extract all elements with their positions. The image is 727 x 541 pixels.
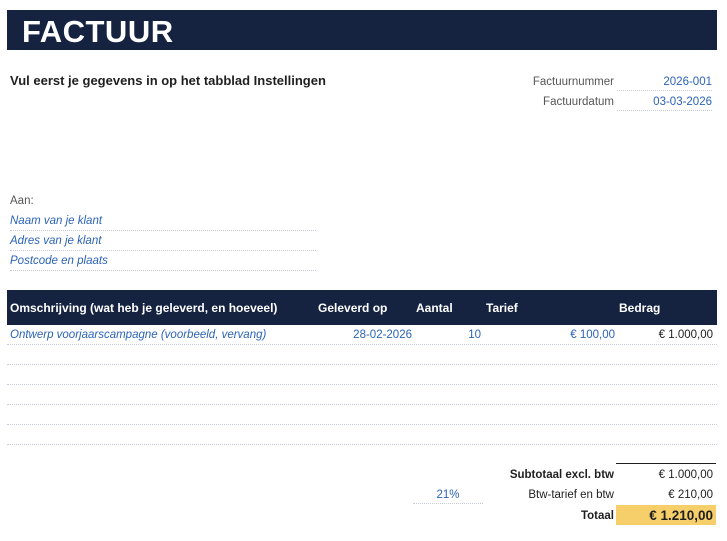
- invoice-number-field[interactable]: 2026-001: [617, 76, 712, 91]
- row-description[interactable]: Ontwerp voorjaarscampagne (voorbeeld, ve…: [10, 329, 266, 341]
- vat-value: € 210,00: [668, 489, 713, 501]
- table-row: Ontwerp voorjaarscampagne (voorbeeld, ve…: [0, 329, 727, 349]
- vat-label: Btw-tarief en btw: [528, 489, 614, 501]
- column-header-amount: Bedrag: [619, 301, 661, 315]
- column-header-rate: Tarief: [486, 301, 518, 315]
- row-rate[interactable]: € 100,00: [520, 329, 615, 341]
- invoice-date-field[interactable]: 03-03-2026: [617, 96, 712, 111]
- row-delivered[interactable]: 28-02-2026: [330, 329, 412, 341]
- column-header-description: Omschrijving (wat heb je geleverd, en ho…: [10, 301, 278, 315]
- invoice-title: FACTUUR: [22, 14, 174, 49]
- column-header-delivered: Geleverd op: [318, 301, 388, 315]
- instruction-text: Vul eerst je gegevens in op het tabblad …: [10, 73, 326, 88]
- invoice-number-label: Factuurnummer: [532, 76, 614, 88]
- subtotal-value: € 1.000,00: [658, 469, 713, 481]
- row-quantity[interactable]: 10: [440, 329, 481, 341]
- total-value: € 1.210,00: [649, 508, 713, 523]
- table-header: Omschrijving (wat heb je geleverd, en ho…: [7, 290, 717, 325]
- row-divider: [7, 404, 717, 405]
- invoice-date-label: Factuurdatum: [543, 96, 614, 108]
- row-divider: [7, 364, 717, 365]
- invoice-title-bar: FACTUUR: [7, 10, 717, 50]
- subtotal-label: Subtotaal excl. btw: [509, 469, 614, 481]
- row-divider: [7, 384, 717, 385]
- column-header-quantity: Aantal: [416, 301, 453, 315]
- client-city-field[interactable]: Postcode en plaats: [10, 255, 316, 271]
- total-label: Totaal: [580, 510, 614, 522]
- client-name-field[interactable]: Naam van je klant: [10, 215, 316, 231]
- row-divider: [7, 424, 717, 425]
- row-divider: [7, 444, 717, 445]
- recipient-label: Aan:: [10, 195, 34, 207]
- client-address-field[interactable]: Adres van je klant: [10, 235, 316, 251]
- subtotal-rule: [616, 463, 716, 464]
- row-amount: € 1.000,00: [658, 329, 713, 341]
- row-divider: [7, 344, 717, 345]
